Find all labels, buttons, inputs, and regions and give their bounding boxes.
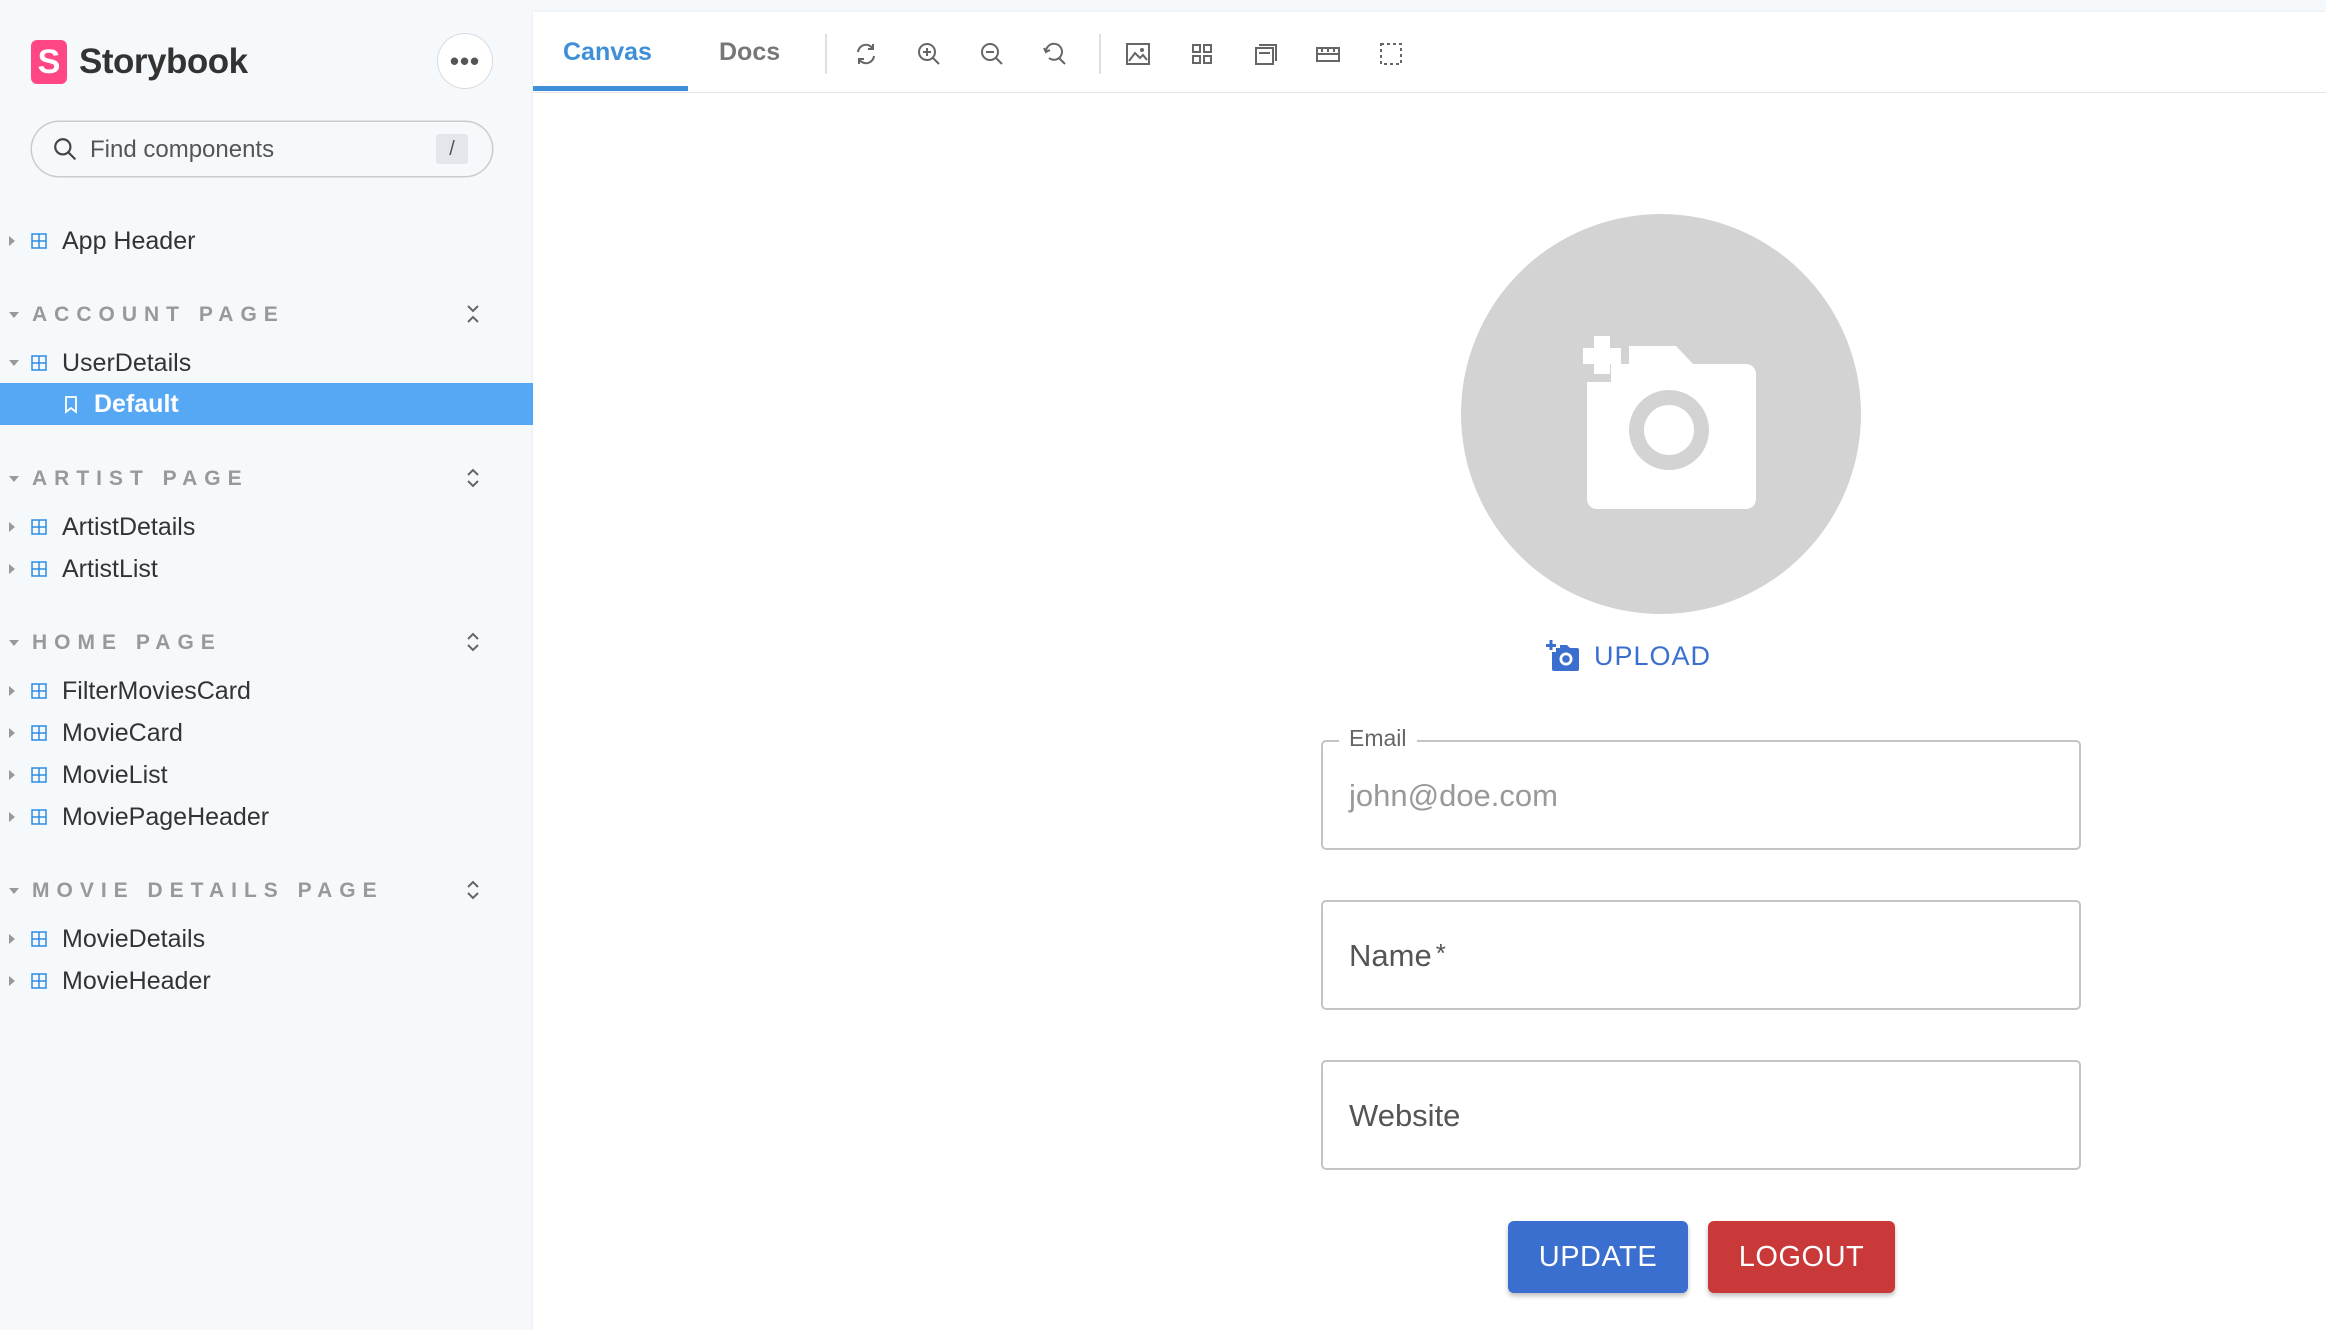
- zoom-out-icon[interactable]: [977, 39, 1007, 69]
- caret-right-icon: [9, 934, 15, 944]
- caret-down-icon: [9, 312, 19, 318]
- active-tab-indicator: [533, 86, 688, 91]
- sidebar-item-moviecard[interactable]: MovieCard: [0, 712, 533, 754]
- brand[interactable]: S Storybook: [31, 38, 248, 86]
- sidebar-item-label: MovieHeader: [62, 966, 211, 995]
- group-header-home-page[interactable]: HOME PAGE: [0, 622, 533, 664]
- caret-down-icon: [9, 888, 19, 894]
- avatar-placeholder: [1461, 214, 1861, 614]
- storybook-logo-icon: S: [31, 40, 67, 84]
- update-button[interactable]: UPDATE: [1508, 1221, 1688, 1293]
- sidebar-item-filtermoviescard[interactable]: FilterMoviesCard: [0, 670, 533, 712]
- collapse-all-icon[interactable]: [464, 302, 482, 326]
- sidebar-item-userdetails[interactable]: UserDetails: [0, 342, 533, 384]
- sidebar-item-movieheader[interactable]: MovieHeader: [0, 960, 533, 1002]
- sidebar-item-label: MovieDetails: [62, 924, 206, 953]
- toolbar: Canvas Docs: [533, 12, 2326, 93]
- toolbar-divider: [1099, 34, 1101, 74]
- search-icon: [54, 138, 76, 160]
- component-icon: [31, 931, 47, 947]
- group-title: ARTIST PAGE: [32, 467, 249, 490]
- website-field[interactable]: Website: [1321, 1060, 2081, 1170]
- expand-all-icon[interactable]: [464, 466, 482, 490]
- caret-right-icon: [9, 564, 15, 574]
- caret-right-icon: [9, 770, 15, 780]
- sidebar-item-movielist[interactable]: MovieList: [0, 754, 533, 796]
- group-header-artist-page[interactable]: ARTIST PAGE: [0, 458, 533, 500]
- name-field[interactable]: Name *: [1321, 900, 2081, 1010]
- sidebar-item-label: ArtistList: [62, 554, 158, 583]
- component-icon: [31, 355, 47, 371]
- sidebar-item-moviedetails[interactable]: MovieDetails: [0, 918, 533, 960]
- reload-icon[interactable]: [851, 39, 881, 69]
- component-icon: [31, 767, 47, 783]
- viewport-icon[interactable]: [1250, 39, 1280, 69]
- search-input[interactable]: Find components /: [32, 122, 492, 176]
- grid-icon[interactable]: [1187, 39, 1217, 69]
- sidebar-item-label: MoviePageHeader: [62, 802, 270, 831]
- component-icon: [31, 683, 47, 699]
- caret-right-icon: [9, 976, 15, 986]
- component-icon: [31, 725, 47, 741]
- group-title: HOME PAGE: [32, 631, 222, 654]
- sidebar-item-artistlist[interactable]: ArtistList: [0, 548, 533, 590]
- caret-down-icon: [9, 476, 19, 482]
- group-title: MOVIE DETAILS PAGE: [32, 879, 384, 902]
- group-header-movie-details-page[interactable]: MOVIE DETAILS PAGE: [0, 870, 533, 912]
- more-options-button[interactable]: •••: [438, 34, 492, 88]
- sidebar-item-label: ArtistDetails: [62, 512, 196, 541]
- logout-button[interactable]: LOGOUT: [1708, 1221, 1895, 1293]
- outline-icon[interactable]: [1376, 39, 1406, 69]
- sidebar-item-label: UserDetails: [62, 348, 192, 377]
- expand-all-icon[interactable]: [464, 878, 482, 902]
- name-placeholder: Name *: [1349, 938, 1446, 973]
- sidebar-item-label: App Header: [62, 226, 196, 255]
- caret-right-icon: [9, 728, 15, 738]
- ellipsis-icon: •••: [449, 45, 481, 76]
- sidebar-story-default[interactable]: Default: [0, 383, 533, 425]
- caret-right-icon: [9, 522, 15, 532]
- email-value: john@doe.com: [1349, 778, 1558, 813]
- story-label: Default: [94, 389, 179, 418]
- caret-right-icon: [9, 686, 15, 696]
- sidebar-item-label: MovieList: [62, 760, 168, 789]
- preview-panel: Canvas Docs UPLOAD Email john@doe.com Na…: [533, 12, 2326, 1330]
- component-icon: [31, 519, 47, 535]
- background-icon[interactable]: [1123, 39, 1153, 69]
- sidebar: S Storybook ••• Find components / App He…: [0, 0, 533, 1330]
- measure-icon[interactable]: [1313, 39, 1343, 69]
- tab-canvas[interactable]: Canvas: [563, 38, 652, 67]
- group-header-account-page[interactable]: ACCOUNT PAGE: [0, 294, 533, 336]
- website-placeholder: Website: [1349, 1098, 1461, 1133]
- add-photo-icon: [1583, 336, 1756, 509]
- toolbar-divider: [825, 34, 827, 74]
- component-icon: [31, 973, 47, 989]
- upload-label: UPLOAD: [1594, 640, 1712, 671]
- zoom-reset-icon[interactable]: [1040, 39, 1070, 69]
- component-icon: [31, 809, 47, 825]
- email-label: Email: [1339, 725, 1417, 752]
- search-placeholder: Find components: [90, 136, 275, 163]
- sidebar-item-artistdetails[interactable]: ArtistDetails: [0, 506, 533, 548]
- tab-docs[interactable]: Docs: [719, 38, 780, 67]
- brand-name: Storybook: [79, 42, 248, 81]
- add-photo-icon: [1546, 640, 1579, 671]
- search-shortcut-badge: /: [436, 134, 468, 164]
- sidebar-item-moviepageheader[interactable]: MoviePageHeader: [0, 796, 533, 838]
- sidebar-item-app-header[interactable]: App Header: [0, 220, 533, 262]
- zoom-in-icon[interactable]: [914, 39, 944, 69]
- caret-right-icon: [9, 812, 15, 822]
- sidebar-item-label: MovieCard: [62, 718, 183, 747]
- expand-all-icon[interactable]: [464, 630, 482, 654]
- caret-right-icon: [9, 236, 15, 246]
- component-icon: [31, 561, 47, 577]
- component-icon: [31, 233, 47, 249]
- upload-button[interactable]: UPLOAD: [1546, 640, 1711, 672]
- sidebar-item-label: FilterMoviesCard: [62, 676, 251, 705]
- group-title: ACCOUNT PAGE: [32, 303, 285, 326]
- caret-down-icon: [9, 640, 19, 646]
- caret-down-icon: [9, 360, 19, 366]
- email-field[interactable]: Email john@doe.com: [1321, 725, 2081, 850]
- bookmark-icon: [65, 396, 77, 414]
